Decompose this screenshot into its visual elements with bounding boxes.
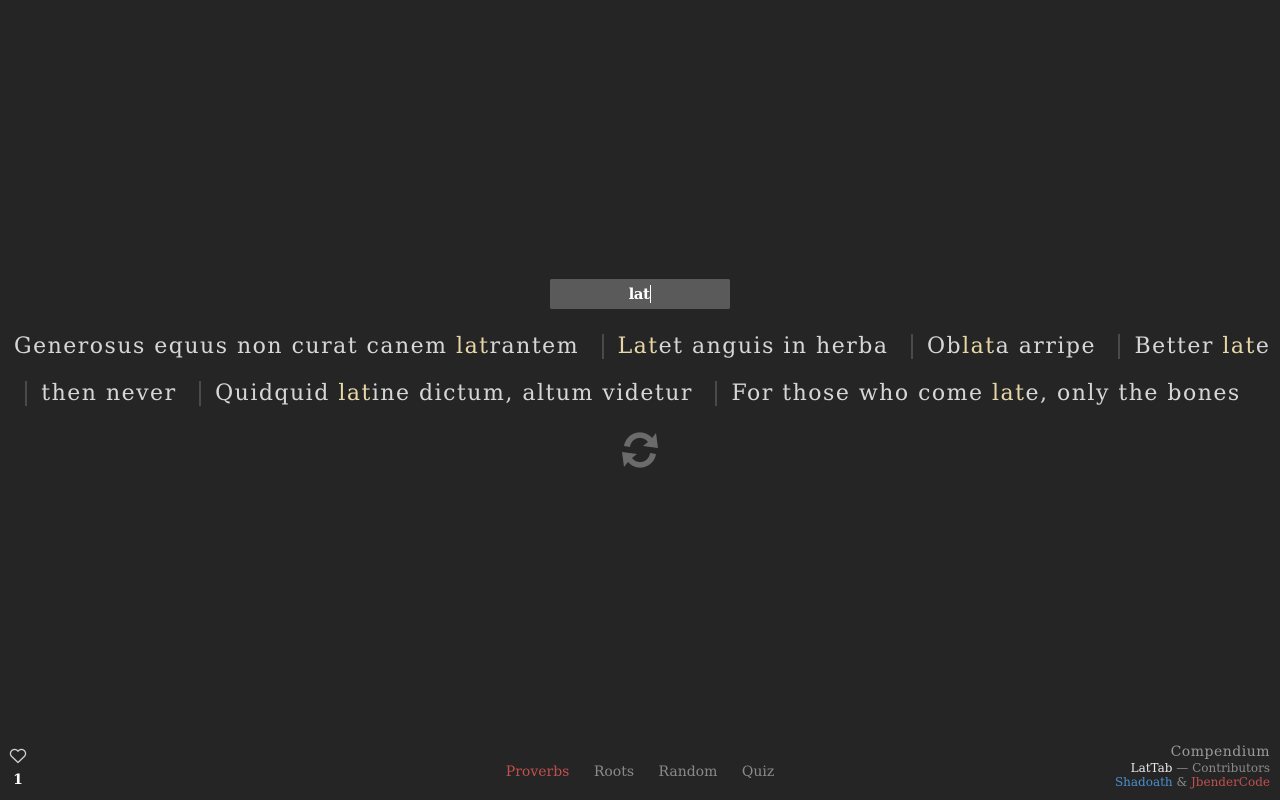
result-text-pre: Quidquid — [215, 381, 339, 406]
page: lat Generosus equus non curat canem latr… — [0, 0, 1280, 800]
result-text-post: et anguis in herba — [658, 334, 889, 359]
nav-roots[interactable]: Roots — [594, 764, 634, 780]
nav-quiz[interactable]: Quiz — [742, 764, 774, 780]
author-link-shadoath[interactable]: Shadoath — [1115, 775, 1173, 789]
authors-line: Shadoath & JbenderCode — [1115, 775, 1270, 789]
result-text-post: ine dictum, altum videtur — [371, 381, 693, 406]
result-text-post: e, only the bones — [1025, 381, 1241, 406]
compendium-link[interactable]: Compendium — [1115, 743, 1270, 761]
result-match: lat — [456, 334, 490, 359]
text-caret — [650, 285, 652, 303]
credits: Compendium LatTab — Contributors Shadoat… — [1115, 743, 1270, 789]
result-text-post: rantem — [489, 334, 580, 359]
nav-random[interactable]: Random — [658, 764, 717, 780]
result-text-pre: Generosus equus non curat canem — [14, 334, 457, 359]
result-match: lat — [992, 381, 1026, 406]
nav-proverbs[interactable]: Proverbs — [506, 764, 570, 780]
result-item[interactable]: For those who come late, only the bones — [715, 381, 1255, 406]
results-list: Generosus equus non curat canem latrante… — [0, 323, 1280, 417]
author-link-jbendercode[interactable]: JbenderCode — [1191, 775, 1270, 789]
refresh-button[interactable] — [618, 428, 662, 472]
result-match: lat — [338, 381, 372, 406]
result-item[interactable]: Oblata arripe — [910, 334, 1110, 359]
search-value[interactable]: lat — [629, 285, 650, 303]
search-input[interactable]: lat — [550, 279, 730, 309]
heart-icon — [9, 748, 27, 764]
result-match: Lat — [617, 334, 659, 359]
refresh-icon — [622, 432, 658, 468]
brand-name: LatTab — [1130, 761, 1173, 775]
authors-amp: & — [1172, 775, 1191, 789]
result-text-pre: Better — [1134, 334, 1223, 359]
bottom-nav: Proverbs Roots Random Quiz — [0, 764, 1280, 780]
credits-line: LatTab — Contributors — [1115, 761, 1270, 775]
contributors-label: Contributors — [1192, 761, 1270, 775]
result-text-post: a arripe — [995, 334, 1096, 359]
result-match: lat — [1222, 334, 1256, 359]
result-item[interactable]: Generosus equus non curat canem latrante… — [0, 334, 593, 359]
result-item[interactable]: Quidquid latine dictum, altum videtur — [199, 381, 707, 406]
result-item[interactable]: Latet anguis in herba — [601, 334, 903, 359]
credits-separator: — — [1172, 761, 1193, 775]
result-text-pre: Ob — [926, 334, 963, 359]
result-text-pre: For those who come — [731, 381, 993, 406]
result-match: lat — [962, 334, 996, 359]
